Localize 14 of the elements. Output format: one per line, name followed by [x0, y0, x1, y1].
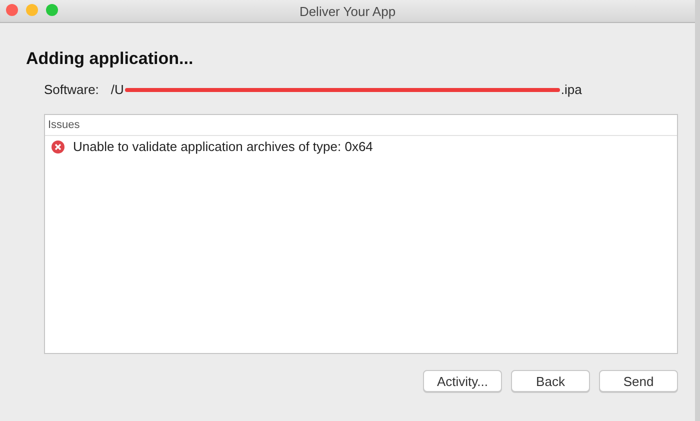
dialog-button[interactable]: Send [599, 370, 678, 392]
minimize-button[interactable] [26, 4, 38, 16]
file-path-end: .ipa [560, 82, 582, 97]
error-icon [51, 140, 65, 154]
close-button[interactable] [6, 4, 18, 16]
zoom-button[interactable] [46, 4, 58, 16]
dialog-button[interactable]: Back [511, 370, 590, 392]
dialog-button[interactable]: Activity... [423, 370, 502, 392]
window-title: Deliver Your App [299, 4, 396, 18]
file-path-start: /U [110, 82, 124, 97]
software-label: Software: [44, 82, 99, 97]
column-header: Issues [48, 119, 80, 131]
issue-message: Unable to validate application archives of type: 0x64 [73, 139, 373, 154]
heading: Adding application... [26, 49, 194, 69]
